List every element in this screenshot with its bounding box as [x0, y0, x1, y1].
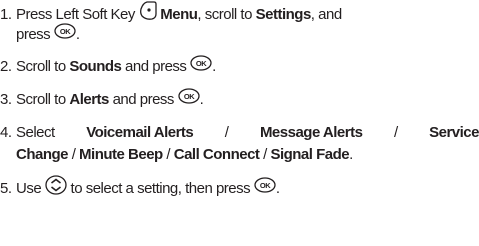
step-number: 4.: [0, 124, 12, 141]
svg-text:OK: OK: [260, 181, 271, 190]
step-1-continued: press OK .: [0, 23, 479, 46]
ok-key-icon: OK: [254, 177, 276, 199]
step-number: 5.: [0, 179, 12, 197]
call-connect-term: Call Connect: [173, 146, 260, 163]
navigation-key-icon: [45, 175, 67, 201]
step-5: 5. Use to select a setting, then press OK…: [0, 175, 479, 202]
voicemail-alerts-term: Voicemail Alerts: [86, 124, 194, 141]
svg-text:OK: OK: [183, 92, 194, 101]
step-number: 2.: [0, 58, 12, 75]
step-4: 4. Select Voicemail Alerts / Message Aler…: [0, 124, 479, 141]
step-3: 3. Scroll to Alerts and press OK .: [0, 88, 479, 111]
step-4-continued: Change / Minute Beep / Call Connect / Si…: [16, 146, 353, 163]
message-alerts-term: Message Alerts: [259, 124, 363, 141]
sounds-term: Sounds: [69, 58, 122, 75]
ok-key-icon: OK: [177, 88, 200, 110]
signal-fade-term: Signal Fade: [270, 146, 350, 163]
step-2: 2. Scroll to Sounds and press OK .: [0, 55, 479, 78]
ok-key-icon: OK: [190, 55, 212, 77]
ok-key-icon: OK: [54, 23, 76, 45]
instruction-list: 1. Press Left Soft Key Menu, scroll to Se…: [0, 0, 479, 246]
svg-text:OK: OK: [196, 59, 207, 68]
step-number: 1.: [0, 5, 12, 23]
menu-term: Menu: [160, 5, 198, 23]
svg-text:OK: OK: [60, 27, 71, 36]
alerts-term: Alerts: [69, 91, 109, 108]
service-change-term: Service: [429, 124, 479, 141]
minute-beep-term: Minute Beep: [79, 146, 163, 163]
step-number: 3.: [0, 91, 12, 108]
settings-term: Settings: [255, 5, 312, 23]
